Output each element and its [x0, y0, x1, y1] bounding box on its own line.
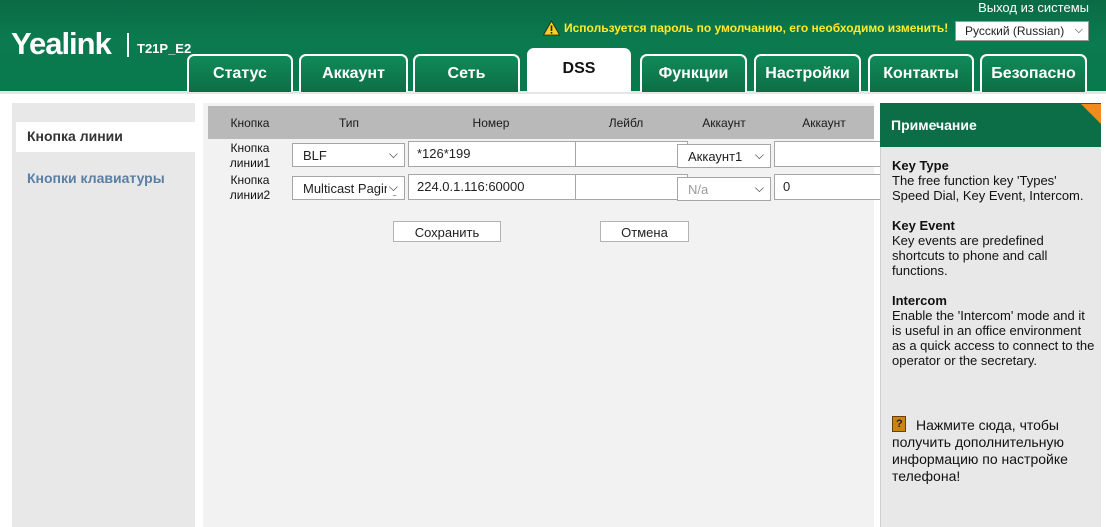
column-header-label: Лейбл [608, 116, 644, 130]
tab-contacts[interactable]: Контакты [868, 54, 974, 92]
tab-account[interactable]: Аккаунт [299, 54, 408, 92]
sidebar-item-keyboard-keys[interactable]: Кнопки клавиатуры [16, 164, 196, 194]
save-button[interactable]: Сохранить [393, 221, 501, 242]
label-input-1[interactable] [575, 141, 688, 167]
tab-settings[interactable]: Настройки [754, 54, 861, 92]
tab-status[interactable]: Статус [187, 54, 293, 92]
label-input-2[interactable] [575, 174, 688, 200]
number-input-2[interactable]: 224.0.1.116:60000 [408, 174, 576, 200]
tab-dss[interactable]: DSS [527, 48, 631, 92]
tab-features[interactable]: Функции [640, 54, 747, 92]
extra-input-2[interactable]: 0 [774, 174, 886, 200]
account-select-2[interactable]: N/a ⌵ [677, 177, 771, 201]
warning-triangle-icon [543, 20, 560, 36]
note-block-key-event: Key Event Key events are predefined shor… [892, 218, 1048, 278]
language-value: Русский (Russian) [965, 24, 1065, 38]
chevron-down-icon: ⌵ [388, 147, 398, 161]
chevron-down-icon: ⌵ [754, 148, 764, 162]
default-password-warning: Используется пароль по умолчанию, его не… [543, 20, 948, 36]
more-info-link[interactable]: Нажмите сюда, чтобы получить дополнитель… [892, 416, 1092, 485]
extra-input-1[interactable] [774, 141, 886, 167]
cancel-button[interactable]: Отмена [600, 221, 689, 242]
model-name: T21P_E2 [137, 41, 192, 56]
account-select-1[interactable]: Аккаунт1 ⌵ [677, 144, 771, 168]
chevron-down-icon: ⌵ [754, 181, 764, 195]
tab-security[interactable]: Безопасно [980, 54, 1087, 92]
column-header-key: Кнопка [230, 116, 270, 130]
column-header-type: Тип [338, 116, 359, 130]
sidebar-item-line-key[interactable]: Кнопка линии [16, 122, 196, 152]
yealink-logo: Yealink [11, 26, 112, 61]
column-header-account-2: Аккаунт [802, 116, 846, 130]
warning-text: Используется пароль по умолчанию, его не… [564, 21, 949, 35]
note-block-key-type: Key Type The free function key 'Types' S… [892, 158, 1084, 203]
tab-network[interactable]: Сеть [413, 54, 520, 92]
row-label-line-key-1: Кнопка линии1 [229, 141, 271, 170]
chevron-down-icon: ⌵ [1074, 24, 1083, 36]
note-block-intercom: Intercom Enable the 'Intercom' mode and … [892, 293, 1095, 368]
note-corner-fold [1081, 104, 1101, 124]
help-book-icon [892, 416, 906, 433]
type-select-1[interactable]: BLF ⌵ [292, 143, 405, 167]
note-body: Key Type The free function key 'Types' S… [892, 158, 1096, 383]
column-header-account: Аккаунт [702, 116, 746, 130]
column-header-number: Номер [472, 116, 510, 130]
chevron-down-icon: ⌵ [386, 180, 398, 195]
number-input-1[interactable]: *126*199 [408, 141, 576, 167]
logo-separator [127, 33, 129, 57]
language-select[interactable]: Русский (Russian) ⌵ [955, 21, 1089, 41]
type-select-2[interactable]: Multicast Paging ⌵ [292, 176, 405, 200]
note-title: Примечание [880, 103, 1101, 147]
row-label-line-key-2: Кнопка линии2 [229, 173, 271, 202]
logout-link[interactable]: Выход из системы [978, 0, 1089, 15]
